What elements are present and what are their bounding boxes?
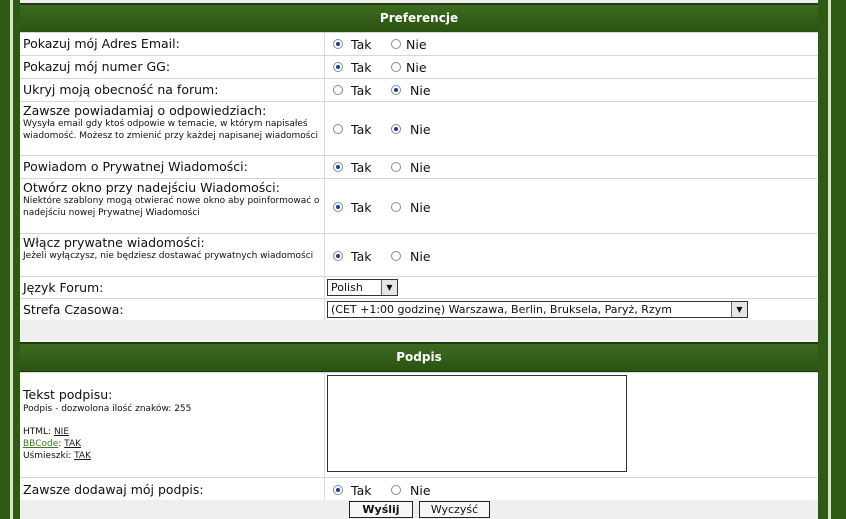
signature-header: Podpis [20, 342, 818, 373]
timezone-value: (CET +1:00 godzinę) Warszawa, Berlin, Br… [331, 303, 672, 316]
always-signature-label: Zawsze dodawaj mój podpis: [23, 482, 204, 497]
bbcode-status: BBCode: TAK [23, 439, 81, 449]
submit-button[interactable]: Wyślij [349, 501, 413, 518]
language-label: Język Forum: [23, 280, 104, 295]
pref-row-popup-pm: Otwórz okno przy nadejściu Wiadomości: N… [20, 178, 818, 233]
pref-row-language: Język Forum: Polish ▼ [20, 276, 818, 298]
radio-yes[interactable] [333, 62, 343, 72]
pref-row-timezone: Strefa Czasowa: (CET +1:00 godzinę) Wars… [20, 298, 818, 320]
signature-limit: Podpis - dozwolona ilość znaków: 255 [23, 404, 192, 414]
signature-textarea[interactable] [327, 375, 627, 472]
chevron-down-icon[interactable]: ▼ [381, 280, 397, 295]
radio-yes-label: Tak [351, 200, 372, 215]
html-label: HTML: [23, 427, 52, 437]
pref-description: Niektóre szablony mogą otwierać nowe okn… [23, 196, 320, 218]
preferences-header: Preferencje [20, 3, 818, 34]
radio-no[interactable] [391, 162, 401, 172]
pref-label: Ukryj moją obecność na forum: [23, 82, 219, 97]
language-select[interactable]: Polish ▼ [327, 279, 398, 296]
language-value: Polish [331, 281, 363, 294]
bbcode-link[interactable]: BBCode [23, 439, 58, 449]
pref-label: Otwórz okno przy nadejściu Wiadomości: [23, 180, 280, 195]
radio-no-label: Nie [410, 160, 431, 175]
radio-no[interactable] [391, 62, 401, 72]
radio-no-label: Nie [410, 483, 431, 498]
timezone-label: Strefa Czasowa: [23, 302, 124, 317]
radio-no-label: Nie [406, 37, 427, 52]
radio-yes[interactable] [333, 485, 343, 495]
pref-label: Pokazuj mój Adres Email: [23, 36, 180, 51]
radio-yes-label: Tak [351, 83, 372, 98]
html-status: HTML: NIE [23, 426, 321, 438]
pref-row-enable-pm: Włącz prywatne wiadomości: Jeżeli wyłącz… [20, 233, 818, 276]
radio-yes[interactable] [333, 124, 343, 134]
radio-no-label: Nie [410, 122, 431, 137]
radio-no-label: Nie [410, 200, 431, 215]
radio-yes-label: Tak [351, 483, 372, 498]
smilies-faq-link[interactable]: TAK [74, 451, 91, 461]
radio-yes[interactable] [333, 251, 343, 261]
radio-yes[interactable] [333, 85, 343, 95]
radio-yes-label: Tak [351, 37, 372, 52]
pref-row-show-email: Pokazuj mój Adres Email: Tak Nie [20, 32, 818, 55]
signature-label: Tekst podpisu: [23, 387, 113, 402]
radio-yes-label: Tak [351, 60, 372, 75]
radio-yes[interactable] [333, 202, 343, 212]
pref-row-notify-pm: Powiadom o Prywatnej Wiadomości: Tak Nie [20, 155, 818, 178]
pref-label: Powiadom o Prywatnej Wiadomości: [23, 159, 248, 174]
radio-no-label: Nie [406, 60, 427, 75]
smilies-label: Uśmieszki: [23, 451, 72, 461]
pref-row-hide-online: Ukryj moją obecność na forum: Tak Nie [20, 78, 818, 101]
reset-button[interactable]: Wyczyść [419, 501, 490, 518]
radio-no[interactable] [391, 485, 401, 495]
bbcode-faq-link[interactable]: TAK [64, 439, 81, 449]
radio-no[interactable] [391, 251, 401, 261]
timezone-select[interactable]: (CET +1:00 godzinę) Warszawa, Berlin, Br… [327, 301, 748, 318]
radio-yes[interactable] [333, 162, 343, 172]
html-faq-link[interactable]: NIE [54, 427, 69, 437]
profile-form: Preferencje Pokazuj mój Adres Email: Tak… [20, 0, 818, 519]
radio-no-label: Nie [410, 83, 431, 98]
right-frame-border [818, 0, 846, 519]
chevron-down-icon[interactable]: ▼ [731, 302, 747, 317]
radio-yes-label: Tak [351, 122, 372, 137]
pref-row-show-gg: Pokazuj mój numer GG: Tak Nie [20, 55, 818, 78]
radio-no[interactable] [391, 124, 401, 134]
radio-no[interactable] [391, 85, 401, 95]
pref-description: Jeżeli wyłączysz, nie będziesz dostawać … [23, 251, 314, 261]
radio-no[interactable] [391, 39, 401, 49]
radio-yes-label: Tak [351, 160, 372, 175]
left-frame-border [0, 0, 20, 519]
smilies-status: Uśmieszki: TAK [23, 450, 321, 462]
pref-row-notify-replies: Zawsze powiadamiaj o odpowiedziach: Wysy… [20, 101, 818, 155]
pref-description: Wysyła email gdy ktoś odpowie w temacie,… [23, 119, 318, 141]
radio-yes-label: Tak [351, 249, 372, 264]
always-signature-row: Zawsze dodawaj mój podpis: Tak Nie [20, 477, 818, 500]
radio-no-label: Nie [410, 249, 431, 264]
pref-label: Pokazuj mój numer GG: [23, 59, 171, 74]
pref-label: Zawsze powiadamiaj o odpowiedziach: [23, 103, 267, 118]
radio-no[interactable] [391, 202, 401, 212]
radio-yes[interactable] [333, 39, 343, 49]
pref-label: Włącz prywatne wiadomości: [23, 235, 205, 250]
